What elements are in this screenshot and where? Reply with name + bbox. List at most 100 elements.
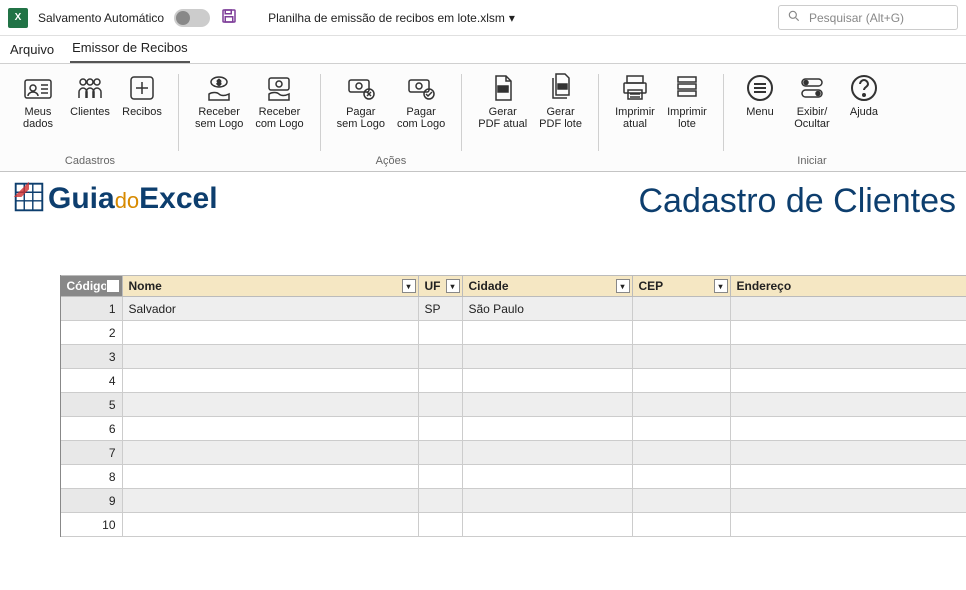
cell-uf[interactable]: SP	[418, 297, 462, 321]
cell-codigo[interactable]: 9	[60, 489, 122, 513]
search-input[interactable]: Pesquisar (Alt+G)	[778, 5, 958, 30]
receber-com-logo-button[interactable]: Receber com Logo	[253, 70, 305, 165]
filter-icon[interactable]: ▾	[714, 279, 728, 293]
cell-cep[interactable]	[632, 369, 730, 393]
filename[interactable]: Planilha de emissão de recibos em lote.x…	[268, 11, 515, 25]
cell-cep[interactable]	[632, 441, 730, 465]
clientes-button[interactable]: Clientes	[68, 70, 112, 153]
cell-cidade[interactable]	[462, 417, 632, 441]
pagar-sem-logo-button[interactable]: Pagar sem Logo	[335, 70, 387, 153]
filter-icon[interactable]: ▾	[616, 279, 630, 293]
filter-icon[interactable]: ▾	[106, 279, 120, 293]
cell-nome[interactable]	[122, 393, 418, 417]
gerar-pdf-lote-button[interactable]: PDF Gerar PDF lote	[537, 70, 584, 165]
cell-codigo[interactable]: 10	[60, 513, 122, 537]
col-nome[interactable]: Nome▾	[122, 276, 418, 297]
cell-uf[interactable]	[418, 417, 462, 441]
table-row[interactable]: 2	[0, 321, 966, 345]
cell-endereco[interactable]	[730, 393, 966, 417]
cell-endereco[interactable]	[730, 441, 966, 465]
cell-cep[interactable]	[632, 465, 730, 489]
cell-codigo[interactable]: 5	[60, 393, 122, 417]
cell-codigo[interactable]: 6	[60, 417, 122, 441]
save-icon[interactable]	[220, 7, 238, 28]
table-row[interactable]: 9	[0, 489, 966, 513]
cell-codigo[interactable]: 7	[60, 441, 122, 465]
cell-nome[interactable]	[122, 321, 418, 345]
cell-cidade[interactable]	[462, 393, 632, 417]
cell-endereco[interactable]	[730, 297, 966, 321]
table-row[interactable]: 8	[0, 465, 966, 489]
table-row[interactable]: 3	[0, 345, 966, 369]
cell-codigo[interactable]: 3	[60, 345, 122, 369]
cell-uf[interactable]	[418, 465, 462, 489]
cell-nome[interactable]	[122, 513, 418, 537]
cell-nome[interactable]	[122, 417, 418, 441]
cell-codigo[interactable]: 2	[60, 321, 122, 345]
cell-cep[interactable]	[632, 393, 730, 417]
col-uf[interactable]: UF▾	[418, 276, 462, 297]
cell-codigo[interactable]: 1	[60, 297, 122, 321]
cell-nome[interactable]	[122, 489, 418, 513]
cell-endereco[interactable]	[730, 321, 966, 345]
cell-cep[interactable]	[632, 489, 730, 513]
cell-cidade[interactable]	[462, 465, 632, 489]
cell-cidade[interactable]	[462, 345, 632, 369]
cell-cidade[interactable]: São Paulo	[462, 297, 632, 321]
cell-cep[interactable]	[632, 345, 730, 369]
cell-uf[interactable]	[418, 393, 462, 417]
cell-cep[interactable]	[632, 513, 730, 537]
cell-endereco[interactable]	[730, 417, 966, 441]
cell-nome[interactable]	[122, 345, 418, 369]
cell-cidade[interactable]	[462, 321, 632, 345]
cell-cidade[interactable]	[462, 489, 632, 513]
cell-uf[interactable]	[418, 345, 462, 369]
cell-endereco[interactable]	[730, 465, 966, 489]
cell-nome[interactable]	[122, 441, 418, 465]
filter-icon[interactable]: ▾	[402, 279, 416, 293]
cell-endereco[interactable]	[730, 489, 966, 513]
table-row[interactable]: 10	[0, 513, 966, 537]
cell-cep[interactable]	[632, 321, 730, 345]
table-row[interactable]: 5	[0, 393, 966, 417]
cell-uf[interactable]	[418, 489, 462, 513]
cell-nome[interactable]	[122, 465, 418, 489]
recibos-button[interactable]: Recibos	[120, 70, 164, 153]
cell-endereco[interactable]	[730, 369, 966, 393]
cell-endereco[interactable]	[730, 345, 966, 369]
cell-endereco[interactable]	[730, 513, 966, 537]
autosave-toggle[interactable]	[174, 9, 210, 27]
receber-sem-logo-button[interactable]: $ Receber sem Logo	[193, 70, 245, 165]
cell-cidade[interactable]	[462, 513, 632, 537]
cell-codigo[interactable]: 8	[60, 465, 122, 489]
col-cidade[interactable]: Cidade▾	[462, 276, 632, 297]
cell-cep[interactable]	[632, 297, 730, 321]
table-row[interactable]: 6	[0, 417, 966, 441]
pagar-com-logo-button[interactable]: Pagar com Logo	[395, 70, 447, 153]
cell-cep[interactable]	[632, 417, 730, 441]
cell-cidade[interactable]	[462, 441, 632, 465]
cell-cidade[interactable]	[462, 369, 632, 393]
cell-uf[interactable]	[418, 321, 462, 345]
cell-nome[interactable]	[122, 369, 418, 393]
menu-button[interactable]: Menu	[738, 70, 782, 153]
cell-codigo[interactable]: 4	[60, 369, 122, 393]
table-row[interactable]: 4	[0, 369, 966, 393]
cell-uf[interactable]	[418, 441, 462, 465]
tab-arquivo[interactable]: Arquivo	[8, 38, 56, 63]
col-codigo[interactable]: Código▾	[60, 276, 122, 297]
imprimir-atual-button[interactable]: Imprimir atual	[613, 70, 657, 165]
cell-uf[interactable]	[418, 513, 462, 537]
col-endereco[interactable]: Endereço	[730, 276, 966, 297]
gerar-pdf-atual-button[interactable]: PDF Gerar PDF atual	[476, 70, 529, 165]
cell-uf[interactable]	[418, 369, 462, 393]
col-cep[interactable]: CEP▾	[632, 276, 730, 297]
ajuda-button[interactable]: Ajuda	[842, 70, 886, 153]
tab-emissor-recibos[interactable]: Emissor de Recibos	[70, 36, 190, 63]
meus-dados-button[interactable]: Meus dados	[16, 70, 60, 153]
filter-icon[interactable]: ▾	[446, 279, 460, 293]
table-row[interactable]: 1SalvadorSPSão Paulo	[0, 297, 966, 321]
imprimir-lote-button[interactable]: Imprimir lote	[665, 70, 709, 165]
exibir-ocultar-button[interactable]: Exibir/ Ocultar	[790, 70, 834, 153]
table-row[interactable]: 7	[0, 441, 966, 465]
